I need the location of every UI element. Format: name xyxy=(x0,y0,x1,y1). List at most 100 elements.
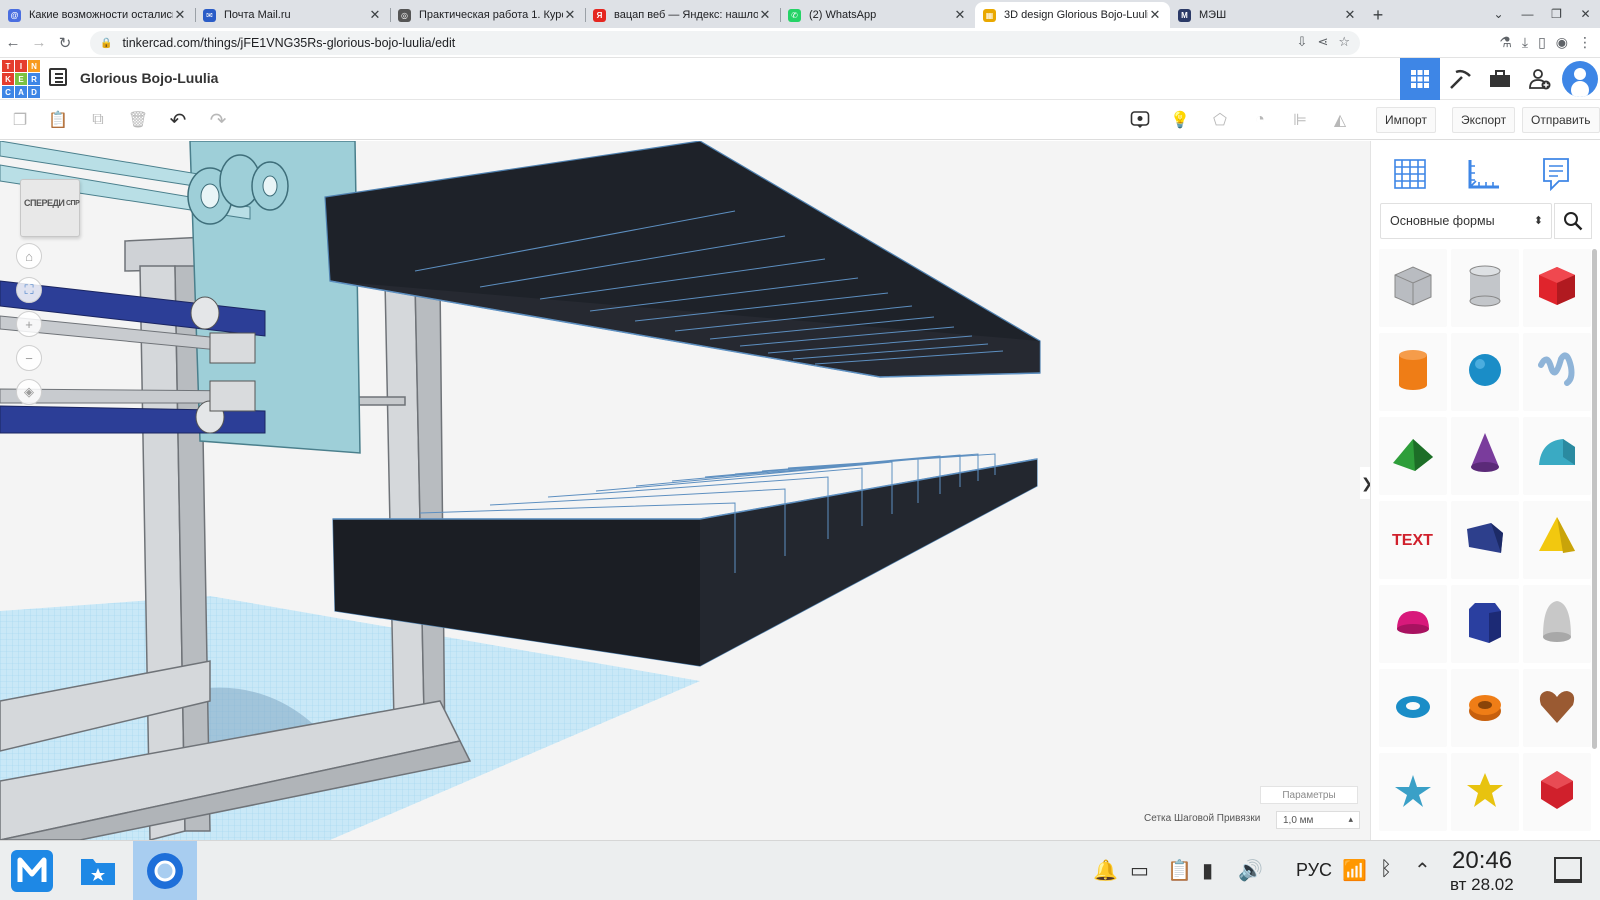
extension-icon[interactable]: ⚗ xyxy=(1499,34,1512,51)
ruler-icon[interactable] xyxy=(1465,155,1503,193)
volume-icon[interactable]: 🔊 xyxy=(1238,858,1263,883)
shape-text[interactable]: TEXT xyxy=(1379,501,1447,579)
shape-heart[interactable] xyxy=(1523,669,1591,747)
browser-menu-icon[interactable]: ⋮ xyxy=(1578,34,1592,51)
browser-tab[interactable]: Явацап веб — Яндекс: нашлось ✕ xyxy=(585,2,780,28)
new-tab-button[interactable]: + xyxy=(1365,2,1391,28)
redo-icon[interactable]: ↷ xyxy=(206,108,230,132)
notes-icon[interactable] xyxy=(1537,155,1575,193)
copy-icon[interactable]: ❐ xyxy=(8,108,32,132)
shape-star[interactable] xyxy=(1379,753,1447,831)
import-button[interactable]: Импорт xyxy=(1376,107,1436,133)
window-switch-icon[interactable]: ▭ xyxy=(1130,858,1149,883)
user-avatar[interactable] xyxy=(1562,61,1598,97)
shape-box-hole[interactable] xyxy=(1379,249,1447,327)
3d-view-grid-icon[interactable] xyxy=(1400,58,1440,100)
mesh-app-icon[interactable] xyxy=(0,841,64,900)
shape-scribble[interactable] xyxy=(1523,333,1591,411)
fit-view-icon[interactable]: ⛶ xyxy=(16,277,42,303)
shape-cylinder[interactable] xyxy=(1379,333,1447,411)
add-user-icon[interactable] xyxy=(1520,58,1560,100)
minimize-icon[interactable]: — xyxy=(1513,7,1542,21)
send-button[interactable]: Отправить xyxy=(1522,107,1600,133)
shape-icosahedron[interactable] xyxy=(1523,753,1591,831)
chromium-app-icon[interactable] xyxy=(133,841,197,900)
view-cube[interactable]: СПЕРЕДИ СПР xyxy=(20,179,80,237)
shape-round-roof[interactable] xyxy=(1523,417,1591,495)
home-view-icon[interactable]: ⌂ xyxy=(16,243,42,269)
show-desktop-icon[interactable] xyxy=(1554,857,1582,883)
tab-search-icon[interactable]: ⌄ xyxy=(1484,7,1513,21)
codeblocks-pickaxe-icon[interactable] xyxy=(1440,58,1480,100)
browser-tab[interactable]: ◎ Практическая работа 1. Курсы ✕ xyxy=(390,2,585,28)
browser-tab[interactable]: ✉ Почта Mail.ru ✕ xyxy=(195,2,390,28)
3d-viewport[interactable]: СПЕРЕДИ СПР ⌂ ⛶ + − ◈ xyxy=(0,141,1370,840)
shape-cone[interactable] xyxy=(1451,417,1519,495)
browser-tab[interactable]: ▦ 3D design Glorious Bojo-Luulia | ✕ xyxy=(975,2,1170,28)
parameters-button[interactable]: Параметры xyxy=(1260,786,1358,804)
search-shapes-button[interactable] xyxy=(1554,203,1592,239)
url-input[interactable]: 🔒 tinkercad.com/things/jFE1VNG35Rs-glori… xyxy=(90,31,1360,55)
shape-roof[interactable] xyxy=(1379,417,1447,495)
clock-time[interactable]: 20:46 xyxy=(1452,847,1512,875)
shape-torus[interactable] xyxy=(1379,669,1447,747)
tinkercad-logo[interactable]: TIN KER CAD xyxy=(2,60,40,98)
back-icon[interactable]: ← xyxy=(0,34,26,51)
bookmark-star-icon[interactable]: ☆ xyxy=(1338,34,1350,50)
shape-half-sphere[interactable] xyxy=(1379,585,1447,663)
shape-paraboloid[interactable] xyxy=(1523,585,1591,663)
shape-category-select[interactable]: Основные формы xyxy=(1380,203,1552,239)
share-icon[interactable]: ⋖ xyxy=(1317,34,1328,50)
profile-icon[interactable]: ◉ xyxy=(1556,34,1568,51)
perspective-icon[interactable]: ◈ xyxy=(16,379,42,405)
tab-close-icon[interactable]: ✕ xyxy=(953,7,967,23)
download-icon[interactable]: ⤓ xyxy=(1522,34,1528,51)
clipboard-icon[interactable]: 📋 xyxy=(1167,858,1192,883)
mirror-icon[interactable]: ◭ xyxy=(1328,108,1352,132)
battery-icon[interactable]: ▮ xyxy=(1202,858,1213,883)
bluetooth-icon[interactable]: ᛒ xyxy=(1380,858,1392,881)
close-window-icon[interactable]: ✕ xyxy=(1571,7,1600,21)
tab-close-icon[interactable]: ✕ xyxy=(173,7,187,23)
install-icon[interactable]: ⇩ xyxy=(1297,34,1308,50)
shape-wedge[interactable] xyxy=(1451,501,1519,579)
scene-canvas[interactable] xyxy=(0,141,1370,840)
tab-close-icon[interactable]: ✕ xyxy=(758,7,772,23)
browser-tab[interactable]: @ Какие возможности остались у ✕ xyxy=(0,2,195,28)
zoom-out-icon[interactable]: − xyxy=(16,345,42,371)
tab-close-icon[interactable]: ✕ xyxy=(563,7,577,23)
shape-cylinder-hole[interactable] xyxy=(1451,249,1519,327)
tab-close-icon[interactable]: ✕ xyxy=(1343,7,1357,23)
paste-icon[interactable]: 📋 xyxy=(46,108,70,132)
light-bulb-icon[interactable]: 💡 xyxy=(1168,108,1192,132)
ungroup-icon[interactable]: ◔ xyxy=(1248,108,1272,132)
shape-tube[interactable] xyxy=(1451,669,1519,747)
comment-view-icon[interactable] xyxy=(1128,108,1152,132)
reload-icon[interactable]: ↻ xyxy=(52,34,78,52)
notifications-icon[interactable]: 🔔 xyxy=(1093,858,1118,883)
zoom-in-icon[interactable]: + xyxy=(16,311,42,337)
browser-tab[interactable]: M МЭШ ✕ xyxy=(1170,2,1365,28)
clock-date[interactable]: вт 28.02 xyxy=(1450,875,1514,895)
delete-icon[interactable]: 🗑 xyxy=(126,108,150,132)
project-title[interactable]: Glorious Bojo-Luulia xyxy=(80,70,218,86)
duplicate-icon[interactable]: ⧉ xyxy=(86,108,110,132)
wifi-icon[interactable]: 📶 xyxy=(1342,858,1367,883)
tab-close-icon[interactable]: ✕ xyxy=(368,7,382,23)
shape-star-gold[interactable] xyxy=(1451,753,1519,831)
design-list-icon[interactable] xyxy=(49,68,67,86)
browser-tab[interactable]: ✆ (2) WhatsApp ✕ xyxy=(780,2,975,28)
forward-icon[interactable]: → xyxy=(26,34,52,51)
export-button[interactable]: Экспорт xyxy=(1452,107,1516,133)
tab-close-icon[interactable]: ✕ xyxy=(1148,7,1162,23)
workplane-icon[interactable] xyxy=(1391,155,1429,193)
shape-pyramid[interactable] xyxy=(1523,501,1591,579)
briefcase-icon[interactable] xyxy=(1480,58,1520,100)
align-icon[interactable]: ⊫ xyxy=(1288,108,1312,132)
side-panel-icon[interactable]: ▯ xyxy=(1538,34,1546,51)
tray-expand-icon[interactable]: ⌃ xyxy=(1414,858,1431,883)
file-manager-icon[interactable] xyxy=(66,841,130,900)
shape-box[interactable] xyxy=(1523,249,1591,327)
keyboard-language[interactable]: РУС xyxy=(1296,860,1332,881)
group-icon[interactable]: ⬠ xyxy=(1208,108,1232,132)
